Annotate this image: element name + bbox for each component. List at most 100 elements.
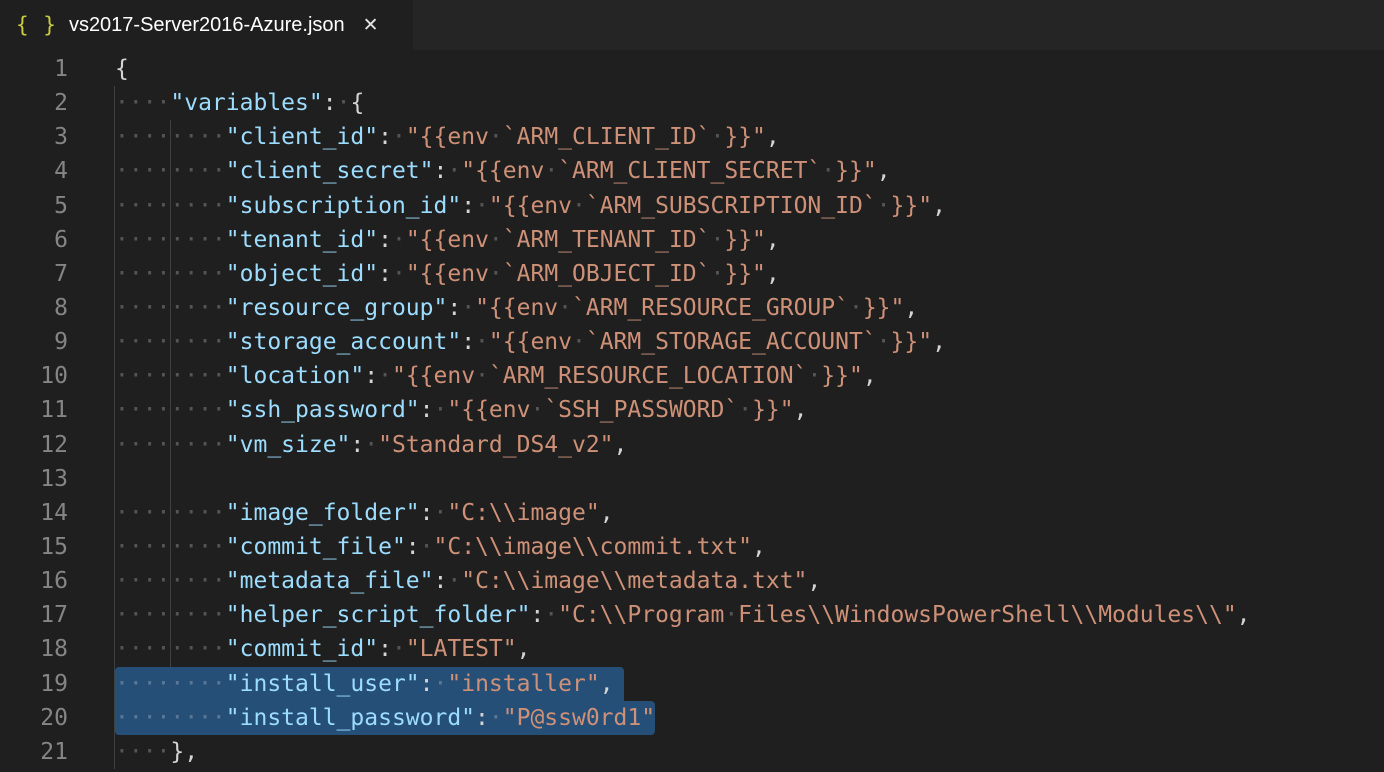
line-number[interactable]: 4 — [0, 154, 68, 188]
token-ws: · — [447, 568, 461, 594]
token-str: "C:\\image" — [447, 500, 599, 526]
code-line[interactable]: 13 — [0, 462, 1384, 496]
line-number[interactable]: 7 — [0, 257, 68, 291]
token-ws: · — [378, 363, 392, 389]
token-ws: ········ — [115, 227, 226, 253]
code-line[interactable]: 2 ····"variables":·{ — [0, 86, 1384, 120]
code-text: ········"vm_size":·"Standard_DS4_v2", — [115, 428, 627, 462]
line-number[interactable]: 6 — [0, 223, 68, 257]
token-str: `ARM_RESOURCE_LOCATION` — [489, 363, 808, 389]
line-number[interactable]: 21 — [0, 735, 68, 769]
token-ws: · — [711, 261, 725, 287]
code-line[interactable]: 11········"ssh_password":·"{{env·`SSH_PA… — [0, 393, 1384, 427]
token-ws: ········ — [115, 158, 226, 184]
token-punct: { — [115, 56, 129, 82]
line-number[interactable]: 9 — [0, 325, 68, 359]
token-str: }}" — [835, 158, 877, 184]
code-text: ········"resource_group":·"{{env·`ARM_RE… — [115, 291, 918, 325]
token-punct: : — [420, 500, 434, 526]
code-line-content: ········"metadata_file":·"C:\\image\\met… — [115, 564, 1384, 598]
code-line-content — [115, 462, 1384, 496]
code-line[interactable]: 6········"tenant_id":·"{{env·`ARM_TENANT… — [0, 223, 1384, 257]
token-ws: · — [821, 158, 835, 184]
token-punct: : — [378, 636, 392, 662]
token-key: "helper_script_folder" — [226, 602, 531, 628]
close-tab-icon[interactable]: ✕ — [363, 16, 379, 35]
line-number[interactable]: 12 — [0, 428, 68, 462]
token-ws: · — [337, 90, 351, 116]
token-ws: ········ — [115, 636, 226, 662]
code-line[interactable]: 12 ········"vm_size":·"Standard_DS4_v2", — [0, 428, 1384, 462]
line-number[interactable]: 3 — [0, 120, 68, 154]
tab-vs2017-server2016-azure-json[interactable]: { } vs2017-Server2016-Azure.json ✕ — [0, 0, 413, 50]
code-line[interactable]: 7········"object_id":·"{{env·`ARM_OBJECT… — [0, 257, 1384, 291]
code-line[interactable]: 17········"helper_script_folder":·"C:\\P… — [0, 598, 1384, 632]
token-str: "C:\\image\\metadata.txt" — [461, 568, 807, 594]
token-str: "{{env — [406, 261, 489, 287]
code-line[interactable]: 18········"commit_id":·"LATEST", — [0, 632, 1384, 666]
line-number[interactable]: 10 — [0, 359, 68, 393]
selected-text: ········"install_user":·"installer", — [115, 667, 624, 701]
code-line[interactable]: 3········"client_id":·"{{env·`ARM_CLIENT… — [0, 120, 1384, 154]
code-line[interactable]: 19 ········"install_user":·"installer", — [0, 667, 1384, 701]
code-line-content: ········"storage_account":·"{{env·`ARM_S… — [115, 325, 1384, 359]
line-number[interactable]: 2 — [0, 86, 68, 120]
code-line[interactable]: 10········"location":·"{{env·`ARM_RESOUR… — [0, 359, 1384, 393]
code-line-content: ········"client_secret":·"{{env·`ARM_CLI… — [115, 154, 1384, 188]
code-text: ····"variables":·{ — [115, 86, 364, 120]
code-text: ········"location":·"{{env·`ARM_RESOURCE… — [115, 359, 877, 393]
token-punct: : — [447, 295, 461, 321]
line-number[interactable]: 11 — [0, 393, 68, 427]
code-line-content: ········"image_folder":·"C:\\image", — [115, 496, 1384, 530]
line-number[interactable]: 16 — [0, 564, 68, 598]
line-number[interactable]: 19 — [0, 667, 68, 701]
token-punct: , — [807, 568, 821, 594]
code-line[interactable]: 16 ········"metadata_file":·"C:\\image\\m… — [0, 564, 1384, 598]
line-number[interactable]: 17 — [0, 598, 68, 632]
line-number[interactable]: 13 — [0, 462, 68, 496]
code-line[interactable]: 21····}, — [0, 735, 1384, 769]
token-punct: { — [350, 90, 364, 116]
token-str: "{{env — [461, 158, 544, 184]
token-ws: · — [738, 397, 752, 423]
token-ws: ········ — [115, 671, 226, 697]
line-number[interactable]: 18 — [0, 632, 68, 666]
code-line-content: ········"resource_group":·"{{env·`ARM_RE… — [115, 291, 1384, 325]
code-line[interactable]: 4········"client_secret":·"{{env·`ARM_CL… — [0, 154, 1384, 188]
code-line[interactable]: 15········"commit_file":·"C:\\image\\com… — [0, 530, 1384, 564]
code-line-content: ········"object_id":·"{{env·`ARM_OBJECT_… — [115, 257, 1384, 291]
token-punct: : — [461, 193, 475, 219]
line-number[interactable]: 20 — [0, 701, 68, 735]
token-ws: · — [392, 636, 406, 662]
code-line[interactable]: 14 ········"image_folder":·"C:\\image", — [0, 496, 1384, 530]
line-number[interactable]: 14 — [0, 496, 68, 530]
token-ws: · — [434, 671, 448, 697]
code-line[interactable]: 5········"subscription_id":·"{{env·`ARM_… — [0, 189, 1384, 223]
token-str: }}" — [863, 295, 905, 321]
line-number[interactable]: 1 — [0, 52, 68, 86]
code-line[interactable]: 20········"install_password":·"P@ssw0rd1… — [0, 701, 1384, 735]
token-punct: }, — [170, 739, 198, 765]
token-punct: , — [1237, 602, 1251, 628]
code-line[interactable]: 1{ — [0, 52, 1384, 86]
token-ws: · — [447, 158, 461, 184]
token-ws: · — [475, 363, 489, 389]
line-number[interactable]: 15 — [0, 530, 68, 564]
token-str: "LATEST" — [406, 636, 517, 662]
line-number[interactable]: 5 — [0, 189, 68, 223]
token-key: "commit_id" — [226, 636, 378, 662]
token-key: "tenant_id" — [226, 227, 378, 253]
token-ws: ········ — [115, 363, 226, 389]
code-line[interactable]: 8 ········"resource_group":·"{{env·`ARM_R… — [0, 291, 1384, 325]
line-number[interactable]: 8 — [0, 291, 68, 325]
token-punct: , — [766, 227, 780, 253]
code-line[interactable]: 9 ········"storage_account":·"{{env·`ARM_… — [0, 325, 1384, 359]
token-punct: : — [434, 158, 448, 184]
code-text: { — [115, 52, 129, 86]
token-punct: : — [434, 568, 448, 594]
code-editor[interactable]: 1{2····"variables":·{3········"client_id… — [0, 50, 1384, 772]
token-ws: · — [711, 124, 725, 150]
token-key: "subscription_id" — [226, 193, 461, 219]
token-ws: · — [392, 227, 406, 253]
token-ws: · — [530, 397, 544, 423]
